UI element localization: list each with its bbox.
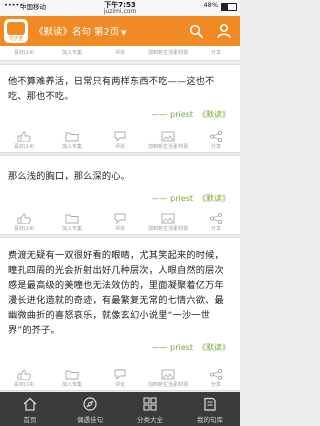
nav-bar: 句子迷 《默读》名句 第2页 ▼ [0,16,240,46]
folder-icon [65,132,79,142]
comment-button[interactable]: 评论 [96,128,144,152]
thumbs-up-icon [17,131,31,142]
logo-text: 句子迷 [9,37,23,42]
share-icon [209,131,223,142]
home-icon [23,397,37,411]
comment-icon [114,213,126,224]
url-label: juzimi.com [103,8,137,15]
quote-card: 费渡无疑有一双很好看的眼睛，尤其笑起来的时候，瞳孔四周的光会折射出好几种层次，人… [0,237,240,391]
share-icon [209,369,223,380]
quote-card: 那么浅的胸口，那么深的心。 —— priest 《默读》 喜欢(14) 加入专集 … [0,155,240,235]
user-icon[interactable] [217,23,231,39]
share-icon [209,213,223,224]
status-bar: ••••• 中国移动 下午7:53 48% juzimi.com [0,0,240,16]
add-material-button[interactable]: 加到新生活素材源 [144,366,192,390]
tab-categories[interactable]: 分类大全 [120,392,180,426]
tab-random-quote[interactable]: 偶遇佳句 [60,392,120,426]
author-link[interactable]: —— priest [152,110,193,119]
thumbs-up-icon [17,369,31,380]
folder-icon [65,214,79,224]
share-button[interactable]: 分享 [192,366,240,390]
card-actions: 喜欢(14) 加入专集 评论 加到新生活素材源 分享 [0,210,240,234]
tab-home[interactable]: 首页 [0,392,60,426]
add-material-button[interactable]: 加到新生活素材源 [144,128,192,152]
comment-button[interactable]: 评论 [96,210,144,234]
card-actions: 喜欢(14) 加入专集 评论 加到新生活素材源 分享 [0,128,240,152]
page-title: 《默读》名句 第2页 [34,27,120,38]
add-to-collection-button[interactable]: 加入专集 [48,128,96,152]
quote-text[interactable]: 那么浅的胸口，那么深的心。 [8,169,232,184]
image-add-icon [161,131,175,142]
tab-my-library[interactable]: 我的句库 [180,392,240,426]
author-link[interactable]: —— priest [152,343,193,352]
comment-icon [114,131,126,142]
previous-card-actions: 喜欢(14) 加入专集 评论 加到新生活素材源 分享 [0,46,240,61]
add-material-button[interactable]: 加到新生活素材源 [144,210,192,234]
grid-icon [143,397,157,411]
image-add-icon [161,213,175,224]
like-button[interactable]: 喜欢(14) [0,210,48,234]
comment-icon [114,369,126,380]
quote-card: 他不算难养活，日常只有两样东西不吃——这也不吃、那也不吃。 —— priest 《… [0,64,240,153]
quote-attribution: —— priest 《默读》 [147,342,230,353]
quote-text[interactable]: 他不算难养活，日常只有两样东西不吃——这也不吃、那也不吃。 [8,74,232,104]
folder-icon [65,370,79,380]
site-logo[interactable]: 句子迷 [4,19,28,43]
book-link[interactable]: 《默读》 [198,110,230,119]
book-icon [204,397,216,411]
share-button[interactable]: 分享 [192,210,240,234]
author-link[interactable]: —— priest [152,194,193,203]
chevron-down-icon: ▼ [121,29,127,37]
quote-attribution: —— priest 《默读》 [147,109,230,120]
like-button[interactable]: 喜欢(14) [0,128,48,152]
bottom-tab-bar: 首页 偶遇佳句 分类大全 我的句库 [0,392,240,426]
comment-button[interactable]: 评论 [96,366,144,390]
card-actions: 喜欢(14) 加入专集 评论 加到新生活素材源 分享 [0,366,240,390]
add-to-collection-button[interactable]: 加入专集 [48,210,96,234]
image-add-icon [161,369,175,380]
book-link[interactable]: 《默读》 [198,343,230,352]
add-to-collection-button[interactable]: 加入专集 [48,366,96,390]
quote-attribution: —— priest 《默读》 [147,193,230,204]
like-button[interactable]: 喜欢(14) [0,366,48,390]
book-link[interactable]: 《默读》 [198,194,230,203]
share-button[interactable]: 分享 [192,128,240,152]
search-icon[interactable] [189,24,203,38]
thumbs-up-icon [17,213,31,224]
quote-text[interactable]: 费渡无疑有一双很好看的眼睛，尤其笑起来的时候，瞳孔四周的光会折射出好几种层次，人… [8,248,232,338]
page-title-dropdown[interactable]: 《默读》名句 第2页 ▼ [34,24,126,38]
compass-icon [83,397,97,411]
